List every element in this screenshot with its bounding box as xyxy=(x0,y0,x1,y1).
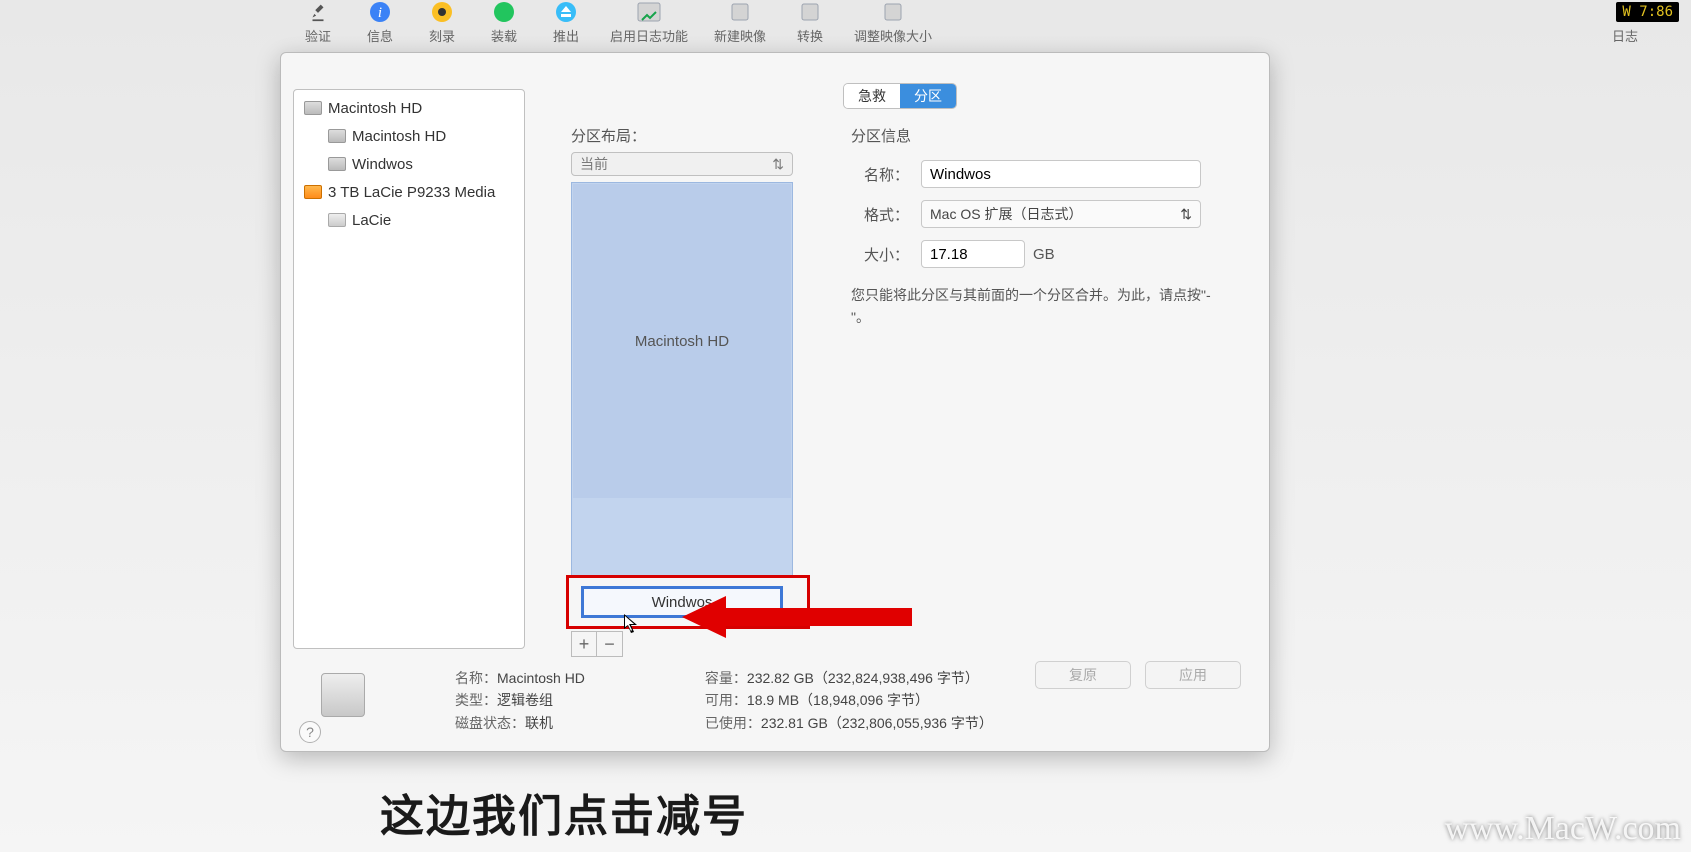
merge-hint: 您只能将此分区与其前面的一个分区合并。为此，请点按"-"。 xyxy=(851,284,1211,329)
layout-select[interactable]: 当前 ⇅ xyxy=(571,152,793,176)
chevron-updown-icon: ⇅ xyxy=(1180,206,1192,223)
hd-icon xyxy=(304,101,322,115)
journal-icon xyxy=(631,0,667,24)
hd-icon xyxy=(328,213,346,227)
mount-button[interactable]: 装载 xyxy=(486,0,522,45)
hd-icon xyxy=(328,129,346,143)
disk-summary: 名称：Macintosh HD 类型：逻辑卷组 磁盘状态：联机 容量：232.8… xyxy=(321,667,1229,745)
tab-partition[interactable]: 分区 xyxy=(900,84,956,108)
verify-button[interactable]: 验证 xyxy=(300,0,336,45)
sidebar-item-windows[interactable]: Windwos xyxy=(294,150,524,178)
resize-icon xyxy=(875,0,911,24)
enable-journal-button[interactable]: 启用日志功能 xyxy=(610,0,688,45)
remove-partition-button[interactable]: − xyxy=(597,631,623,657)
size-unit: GB xyxy=(1033,246,1055,263)
sidebar-item-mac-hd[interactable]: Macintosh HD xyxy=(294,94,524,122)
format-label: 格式： xyxy=(851,204,909,225)
info-button[interactable]: i 信息 xyxy=(362,0,398,45)
disk-sidebar: Macintosh HD Macintosh HD Windwos 3 TB L… xyxy=(293,89,525,649)
cursor-icon xyxy=(624,614,638,634)
partition-map[interactable]: Macintosh HD Windwos xyxy=(571,182,793,578)
microscope-icon xyxy=(300,0,336,24)
subtitle-overlay: 这边我们点击减号 xyxy=(380,780,748,844)
name-input[interactable] xyxy=(921,160,1201,188)
partition-layout: 分区布局： 当前 ⇅ Macintosh HD Windwos xyxy=(571,125,831,578)
annotation-arrow xyxy=(682,602,912,632)
format-select[interactable]: Mac OS 扩展（日志式） ⇅ xyxy=(921,200,1201,228)
info-title: 分区信息 xyxy=(851,125,1239,146)
sidebar-item-lacie[interactable]: LaCie xyxy=(294,206,524,234)
help-button[interactable]: ? xyxy=(299,721,321,743)
layout-title: 分区布局： xyxy=(571,125,831,146)
convert-button[interactable]: 转换 xyxy=(792,0,828,45)
add-partition-button[interactable]: + xyxy=(571,631,597,657)
svg-text:i: i xyxy=(378,5,382,21)
partition-info: 分区信息 名称： 格式： Mac OS 扩展（日志式） ⇅ 大小： GB 您只能… xyxy=(851,125,1239,329)
content-pane: 急救 分区 分区布局： 当前 ⇅ Macintosh HD Windwos + … xyxy=(551,79,1249,731)
tab-first-aid[interactable]: 急救 xyxy=(844,84,900,108)
resize-image-button[interactable]: 调整映像大小 xyxy=(854,0,932,45)
mount-icon xyxy=(486,0,522,24)
eject-button[interactable]: 推出 xyxy=(548,0,584,45)
partition-main[interactable]: Macintosh HD xyxy=(573,184,791,498)
convert-icon xyxy=(792,0,828,24)
clock-badge: W 7:86 xyxy=(1616,2,1679,22)
toolbar: 验证 i 信息 刻录 装载 推出 启用日志功能 新建映像 转换 调整映像大小 xyxy=(300,0,958,45)
burn-button[interactable]: 刻录 xyxy=(424,0,460,45)
info-icon: i xyxy=(362,0,398,24)
disk-utility-window: Macintosh HD Macintosh HD Windwos 3 TB L… xyxy=(280,52,1270,752)
disk-icon xyxy=(321,673,365,717)
size-label: 大小： xyxy=(851,244,909,265)
size-input[interactable] xyxy=(921,240,1025,268)
eject-icon xyxy=(548,0,584,24)
tab-segment: 急救 分区 xyxy=(843,83,957,109)
newimage-icon xyxy=(722,0,758,24)
add-remove-row: + − xyxy=(571,631,623,657)
burn-icon xyxy=(424,0,460,24)
sidebar-item-mac-hd-vol[interactable]: Macintosh HD xyxy=(294,122,524,150)
sidebar-item-lacie-media[interactable]: 3 TB LaCie P9233 Media xyxy=(294,178,524,206)
ext-hd-icon xyxy=(304,185,322,199)
watermark: www.MacW.com xyxy=(1445,810,1681,848)
new-image-button[interactable]: 新建映像 xyxy=(714,0,766,45)
hd-icon xyxy=(328,157,346,171)
chevron-updown-icon: ⇅ xyxy=(772,156,784,173)
name-label: 名称： xyxy=(851,164,909,185)
